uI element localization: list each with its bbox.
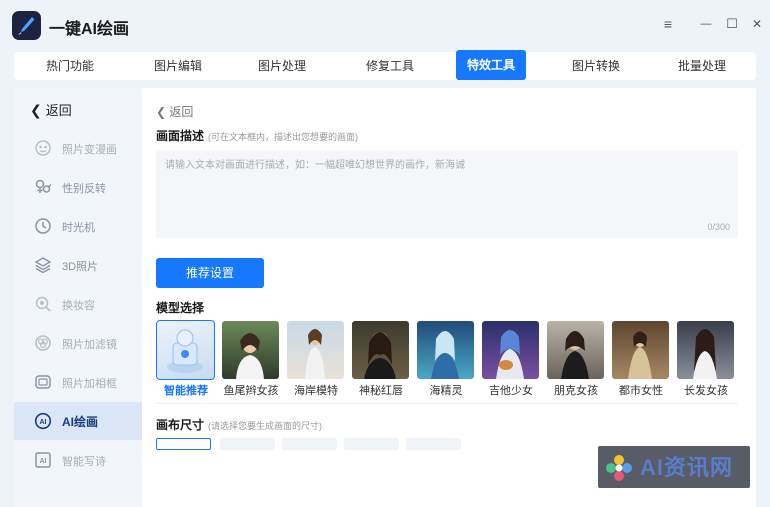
model-label: 吉他少女 (489, 385, 533, 397)
model-label: 海精灵 (429, 385, 463, 397)
tab-image-process[interactable]: 图片处理 (230, 52, 334, 80)
model-label: 海岸模特 (294, 385, 338, 397)
main-back-button[interactable]: ❮ 返回 (156, 103, 193, 120)
frame-icon (35, 375, 51, 389)
recommend-settings-button[interactable]: 推荐设置 (156, 258, 264, 288)
chevron-left-icon: ❮ (156, 105, 167, 119)
model-label: 朋克女孩 (554, 385, 598, 397)
sidebar-item-ai-painting[interactable]: AI AI绘画 (14, 402, 142, 440)
model-card-guitar-girl[interactable] (482, 321, 539, 379)
svg-text:AI: AI (40, 419, 47, 426)
sidebar-item-time-machine[interactable]: 时光机 (14, 207, 142, 245)
sidebar-item-label: 3D照片 (62, 261, 99, 273)
layers-icon (34, 257, 52, 274)
sidebar-item-3d-photo[interactable]: 3D照片 (14, 246, 142, 284)
description-section-title: 画面描述 (可在文本框内，描述出您想要的画面) (156, 127, 358, 144)
sidebar-item-label: 照片加滤镜 (62, 339, 117, 351)
sidebar-item-gender-swap[interactable]: 性别反转 (14, 168, 142, 206)
ai-poem-icon: AI (35, 452, 51, 468)
description-title: 画面描述 (156, 129, 205, 143)
char-counter: 0/300 (707, 222, 730, 232)
description-input-box: 0/300 (156, 150, 738, 238)
model-label: 长发女孩 (684, 385, 728, 397)
tab-image-edit[interactable]: 图片编辑 (126, 52, 230, 80)
svg-text:AI: AI (40, 458, 47, 465)
menu-icon[interactable]: ≡ (658, 14, 678, 34)
makeup-icon (35, 296, 51, 312)
model-label: 神秘红唇 (359, 385, 403, 397)
sidebar-item-smart-poem[interactable]: AI 智能写诗 (14, 441, 142, 479)
maximize-button[interactable]: ☐ (722, 14, 742, 34)
title-bar: 一键AI绘画 ≡ — ☐ ✕ (0, 0, 770, 50)
gender-icon (35, 179, 52, 193)
sidebar-item-makeup[interactable]: 换妆容 (14, 285, 142, 323)
cartoon-face-icon (35, 140, 51, 156)
model-card-mystic-red-lips[interactable] (352, 321, 409, 379)
ai-icon: AI (34, 412, 52, 430)
canvas-size-option[interactable] (406, 438, 461, 450)
canvas-size-option[interactable] (156, 438, 211, 450)
description-input[interactable] (156, 150, 738, 238)
main-panel: ❮ 返回 画面描述(可在文本框内，描述出您想要的画面) 0/300 推荐设置 模… (142, 88, 756, 507)
portrait-thumbnail (496, 330, 524, 379)
sidebar-item-photo-frame[interactable]: 照片加相框 (14, 363, 142, 401)
portrait-thumbnail (236, 333, 264, 379)
sidebar: ❮ 返回 照片变漫画 性别反转 时光机 3D照片 换妆容 照片加滤镜 照片加相框 … (14, 88, 142, 507)
sidebar-back-label: 返回 (45, 103, 72, 118)
model-card-fishtail-girl[interactable] (222, 321, 279, 379)
sidebar-item-photo-filter[interactable]: 照片加滤镜 (14, 324, 142, 362)
sidebar-item-label: 性别反转 (62, 183, 106, 195)
clock-icon (35, 218, 51, 234)
filter-icon (35, 335, 51, 351)
model-card-coast-model[interactable] (287, 321, 344, 379)
model-label: 智能推荐 (164, 385, 208, 397)
tab-batch-process[interactable]: 批量处理 (648, 52, 756, 80)
tab-repair-tools[interactable]: 修复工具 (334, 52, 446, 80)
app-logo-icon (12, 11, 41, 40)
canvas-size-option[interactable] (220, 438, 275, 450)
portrait-thumbnail (431, 331, 459, 379)
sidebar-item-photo-to-cartoon[interactable]: 照片变漫画 (14, 129, 142, 167)
model-card-sea-elf[interactable] (417, 321, 474, 379)
model-card-long-hair-girl[interactable] (677, 321, 734, 379)
portrait-thumbnail (364, 332, 396, 379)
close-button[interactable]: ✕ (747, 14, 767, 34)
sidebar-back-button[interactable]: ❮ 返回 (30, 100, 72, 119)
sidebar-item-label: 时光机 (62, 222, 95, 234)
tab-effects-tools[interactable]: 特效工具 (456, 50, 526, 80)
main-back-label: 返回 (169, 105, 194, 119)
model-card-smart[interactable] (156, 320, 215, 380)
portrait-thumbnail (561, 331, 589, 379)
canvas-size-option[interactable] (344, 438, 399, 450)
model-label: 鱼尾辫女孩 (223, 385, 279, 397)
portrait-thumbnail (628, 331, 652, 379)
canvas-size-option[interactable] (282, 438, 337, 450)
sidebar-item-label: 换妆容 (62, 300, 95, 312)
model-card-urban-woman[interactable] (612, 321, 669, 379)
portrait-thumbnail (305, 329, 325, 379)
chevron-left-icon: ❮ (30, 102, 42, 118)
tab-bar: 热门功能 图片编辑 图片处理 修复工具 特效工具 图片转换 批量处理 (14, 50, 756, 80)
model-section-title: 模型选择 (156, 301, 205, 315)
model-card-punk-girl[interactable] (547, 321, 604, 379)
canvas-section-title: 画布尺寸 (请选择您要生成画面的尺寸) (156, 416, 322, 433)
canvas-title: 画布尺寸 (156, 418, 205, 432)
smart-recommend-icon (167, 329, 203, 373)
watermark: AI资讯网 (598, 446, 750, 488)
canvas-hint: (请选择您要生成画面的尺寸) (208, 421, 323, 431)
flower-logo-icon (606, 455, 632, 481)
sidebar-item-label: AI绘画 (62, 415, 99, 429)
tab-image-convert[interactable]: 图片转换 (544, 52, 648, 80)
sidebar-item-label: 照片加相框 (62, 378, 117, 390)
sidebar-item-label: 照片变漫画 (62, 144, 117, 156)
tab-hot-features[interactable]: 热门功能 (14, 52, 126, 80)
description-hint: (可在文本框内，描述出您想要的画面) (208, 132, 359, 142)
model-label: 都市女性 (619, 385, 663, 397)
sidebar-item-label: 智能写诗 (62, 456, 106, 468)
portrait-thumbnail (693, 329, 717, 379)
minimize-button[interactable]: — (696, 14, 716, 34)
app-title: 一键AI绘画 (49, 21, 130, 38)
divider (156, 403, 738, 404)
watermark-text: AI资讯网 (640, 455, 734, 480)
